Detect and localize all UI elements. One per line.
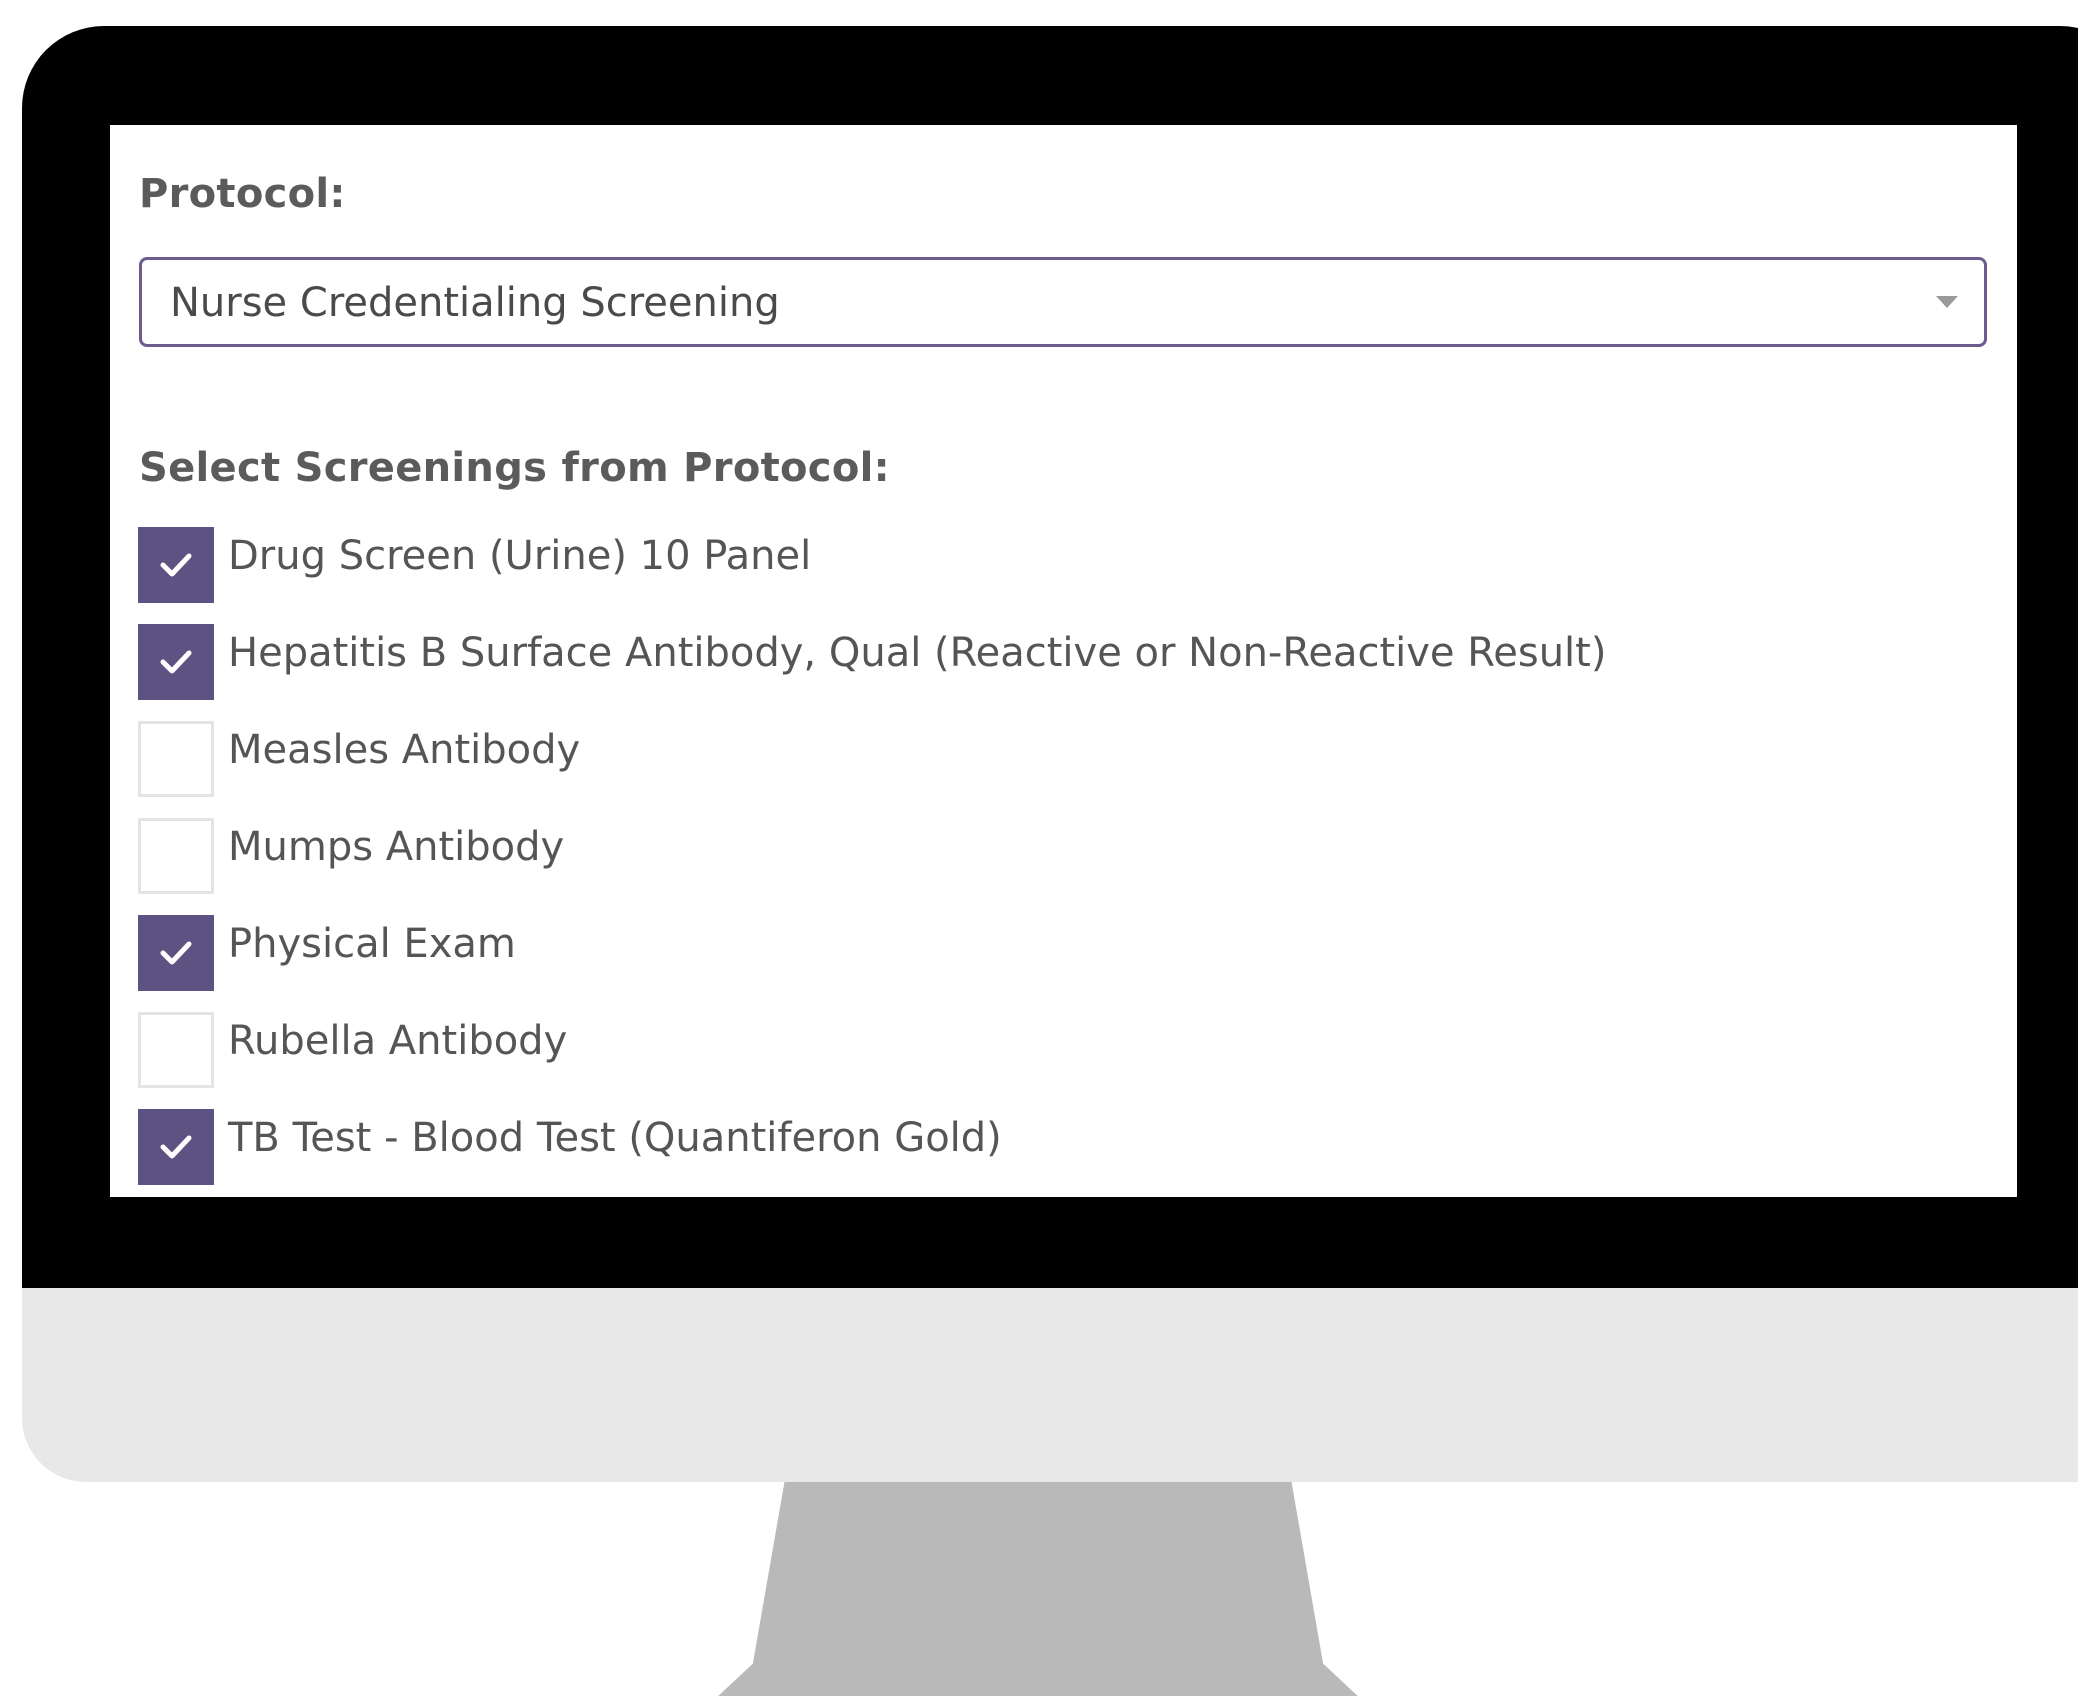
- protocol-dropdown-value: Nurse Credentialing Screening: [170, 280, 780, 326]
- screening-item[interactable]: Measles Antibody: [138, 721, 1606, 818]
- checkmark-icon: [160, 553, 192, 577]
- screening-item[interactable]: TB Test - Blood Test (Quantiferon Gold): [138, 1109, 1606, 1197]
- protocol-dropdown[interactable]: Nurse Credentialing Screening: [139, 257, 1987, 347]
- screening-checkbox[interactable]: [138, 818, 214, 894]
- screening-checkbox[interactable]: [138, 527, 214, 603]
- screening-checkbox[interactable]: [138, 1109, 214, 1185]
- screenings-heading: Select Screenings from Protocol:: [139, 445, 890, 491]
- screening-item[interactable]: Hepatitis B Surface Antibody, Qual (Reac…: [138, 624, 1606, 721]
- screening-label: Mumps Antibody: [228, 824, 565, 870]
- checkmark-icon: [160, 650, 192, 674]
- screenings-list: Drug Screen (Urine) 10 Panel Hepatitis B…: [138, 527, 1606, 1197]
- screening-label: Measles Antibody: [228, 727, 581, 773]
- screening-label: Physical Exam: [228, 921, 516, 967]
- protocol-label: Protocol:: [139, 171, 346, 217]
- checkmark-icon: [160, 1135, 192, 1159]
- screening-label: Drug Screen (Urine) 10 Panel: [228, 533, 812, 579]
- checkmark-icon: [160, 941, 192, 965]
- screening-checkbox[interactable]: [138, 1012, 214, 1088]
- screening-item[interactable]: Rubella Antibody: [138, 1012, 1606, 1109]
- screening-item[interactable]: Drug Screen (Urine) 10 Panel: [138, 527, 1606, 624]
- screening-label: TB Test - Blood Test (Quantiferon Gold): [228, 1115, 1002, 1161]
- screening-item[interactable]: Physical Exam: [138, 915, 1606, 1012]
- screening-checkbox[interactable]: [138, 915, 214, 991]
- screening-label: Hepatitis B Surface Antibody, Qual (Reac…: [228, 630, 1607, 676]
- screening-checkbox[interactable]: [138, 624, 214, 700]
- stage: Protocol: Nurse Credentialing Screening …: [0, 0, 2078, 1696]
- caret-down-icon: [1936, 296, 1958, 308]
- monitor-screen: Protocol: Nurse Credentialing Screening …: [110, 125, 2017, 1197]
- screening-checkbox[interactable]: [138, 721, 214, 797]
- screening-item[interactable]: Mumps Antibody: [138, 818, 1606, 915]
- screening-label: Rubella Antibody: [228, 1018, 568, 1064]
